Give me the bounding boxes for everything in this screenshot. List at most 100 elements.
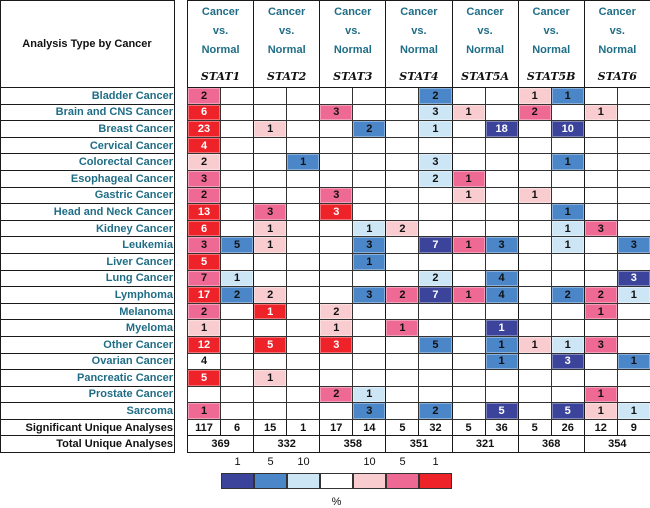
significant-count: 26 [551,419,584,436]
comparison-label: Normal [585,39,650,58]
heatmap-cell [617,104,650,121]
comparison-label: vs. [453,20,518,39]
heatmap-cell: 7 [419,237,452,254]
heatmap-cell [452,137,485,154]
heatmap-cell: 6 [188,220,221,237]
heatmap-cell: 1 [188,320,221,337]
heatmap-cell: 1 [584,403,617,420]
heatmap-cell: 2 [419,403,452,420]
heatmap-cell: 1 [254,121,287,138]
heatmap-cell: 3 [188,170,221,187]
heatmap-row: 51 [188,370,650,387]
significant-count: 32 [419,419,452,436]
heatmap-cell: 1 [419,121,452,138]
heatmap-row: 13331 [188,204,650,221]
row-label-row: Head and Neck Cancer [1,204,175,221]
heatmap-cell: 1 [518,187,551,204]
heatmap-cell: 2 [188,154,221,171]
heatmap-cell [617,204,650,221]
heatmap-cell [254,270,287,287]
heatmap-cell [386,370,419,387]
heatmap-cell: 7 [188,270,221,287]
heatmap-cell [287,137,320,154]
heatmap-cell [386,253,419,270]
heatmap-cell [254,187,287,204]
heatmap-cell [419,303,452,320]
heatmap-row: 4131 [188,353,650,370]
legend-label: 10 [353,456,386,468]
gene-column-header: Cancervs.NormalSTAT2 [254,1,320,88]
heatmap-cell [353,170,386,187]
heatmap-cell [287,253,320,270]
heatmap-cell [221,303,254,320]
heatmap-cell [584,170,617,187]
heatmap-cell: 5 [551,403,584,420]
significant-count: 17 [320,419,353,436]
heatmap-cell [518,353,551,370]
heatmap-cell [221,187,254,204]
heatmap-cell [320,270,353,287]
heatmap-cell [386,170,419,187]
row-label-row: Cervical Cancer [1,137,175,154]
heatmap-cell [419,187,452,204]
heatmap-cell [518,270,551,287]
significant-count: 6 [221,419,254,436]
heatmap-cell [485,370,518,387]
legend-swatch-down-10 [287,473,320,489]
heatmap-cell [452,253,485,270]
heatmap-cell: 5 [419,336,452,353]
heatmap-cell [386,403,419,420]
cancer-type-label: Sarcoma [1,403,175,420]
heatmap-cell [353,88,386,105]
heatmap-cell: 1 [452,187,485,204]
heatmap-cell: 2 [386,287,419,304]
heatmap-cell [518,287,551,304]
gene-name: STAT5B [519,70,584,83]
heatmap-cell: 18 [485,121,518,138]
heatmap-cell [188,386,221,403]
row-label-row: Sarcoma [1,403,175,420]
heatmap-cell: 10 [551,121,584,138]
heatmap-cell [518,220,551,237]
heatmap-cell [518,320,551,337]
heatmap-row: 2121 [188,303,650,320]
heatmap-cell: 1 [551,220,584,237]
heatmap-cell [386,121,419,138]
heatmap-cell [221,204,254,221]
heatmap-cell [452,353,485,370]
cancer-type-label: Pancreatic Cancer [1,370,175,387]
cancer-type-label: Ovarian Cancer [1,353,175,370]
heatmap-cell [320,220,353,237]
heatmap-cell [584,88,617,105]
heatmap-cell: 1 [584,386,617,403]
heatmap-cell [584,121,617,138]
heatmap-cell: 3 [353,287,386,304]
heatmap-cell [485,303,518,320]
heatmap-cell [386,88,419,105]
heatmap-cell [353,370,386,387]
row-label-row: Lymphoma [1,287,175,304]
legend-swatch-none [320,473,353,489]
legend-swatch-up-5 [386,473,419,489]
heatmap-cell: 2 [188,303,221,320]
heatmap-row: 125351113 [188,336,650,353]
heatmap-cell [551,187,584,204]
total-count: 351 [386,436,452,453]
gene-name: STAT3 [320,70,385,83]
heatmap-row: 211 [188,386,650,403]
heatmap-cell [287,237,320,254]
heatmap-cell: 2 [188,187,221,204]
heatmap-cell: 6 [188,104,221,121]
heatmap-cell [518,386,551,403]
heatmap-cell [584,187,617,204]
comparison-label: Normal [386,39,451,58]
heatmap-cell [419,220,452,237]
significant-count: 15 [254,419,287,436]
heatmap-cell [221,154,254,171]
heatmap-cell: 17 [188,287,221,304]
significant-label-row: Significant Unique Analyses [1,419,175,436]
heatmap-cell: 1 [254,303,287,320]
heatmap-row: 2311 [188,187,650,204]
heatmap-row: 321 [188,170,650,187]
heatmap-cell [584,137,617,154]
